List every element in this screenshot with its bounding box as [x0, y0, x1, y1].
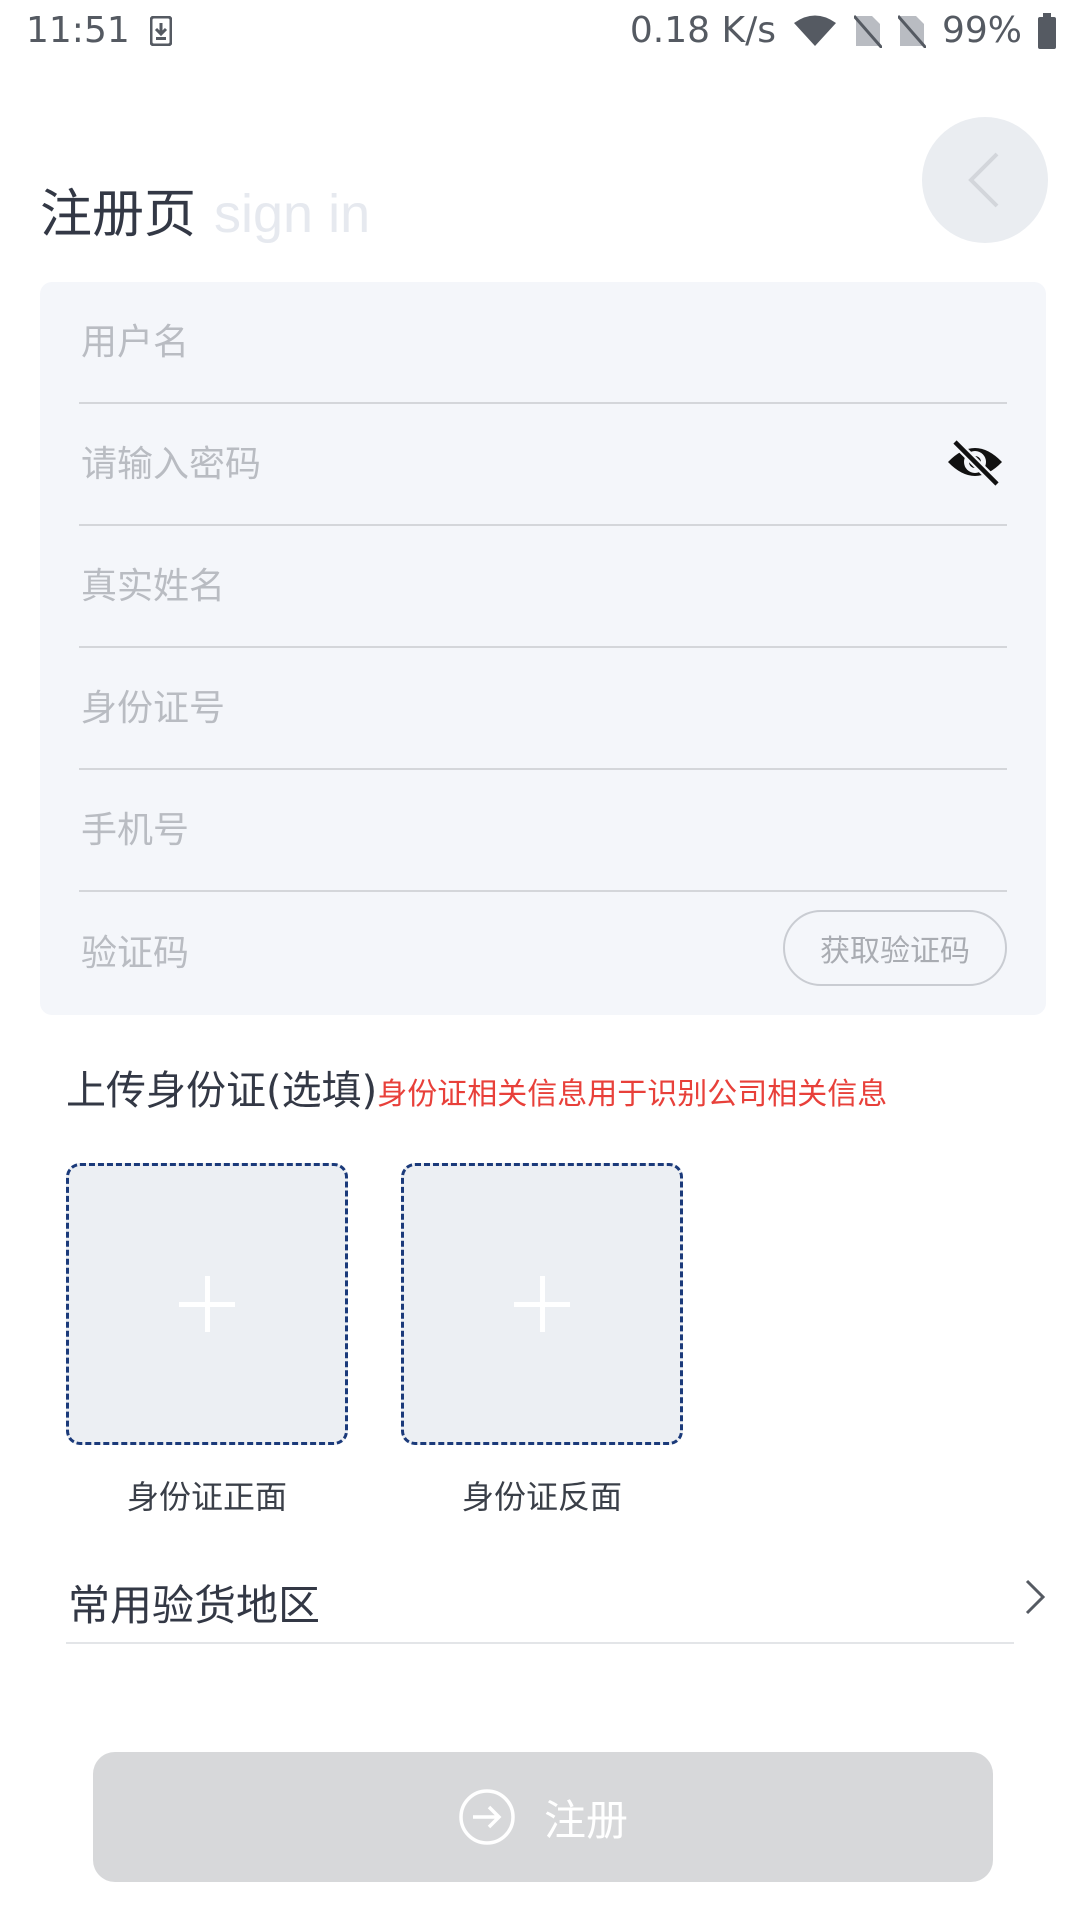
page-title-text: 注册页 — [40, 185, 197, 245]
arrow-right-circle-icon — [459, 1789, 515, 1845]
password-input[interactable] — [79, 404, 1007, 524]
plus-icon — [514, 1276, 570, 1332]
register-button[interactable]: 注册 — [93, 1752, 993, 1882]
wifi-icon — [792, 14, 838, 48]
upload-hint: 身份证相关信息用于识别公司相关信息 — [377, 1077, 888, 1112]
upload-idcard-front[interactable] — [66, 1163, 348, 1445]
upload-title: 上传身份证(选填) — [66, 1068, 378, 1114]
register-label: 注册 — [543, 1795, 628, 1845]
eye-off-icon[interactable] — [945, 438, 1005, 490]
inspection-region-row[interactable]: 常用验货地区 — [66, 1560, 1046, 1644]
no-sim-icon — [853, 14, 882, 48]
realname-input[interactable] — [79, 526, 1007, 646]
upload-section-title: 上传身份证(选填)身份证相关信息用于识别公司相关信息 — [66, 1058, 887, 1116]
chevron-left-icon — [968, 152, 999, 208]
no-sim-icon-2 — [897, 14, 926, 48]
password-field-row — [79, 404, 1007, 526]
network-speed: 0.18 K/s — [629, 10, 776, 51]
get-code-button[interactable]: 获取验证码 — [783, 910, 1007, 986]
idcard-back-label: 身份证反面 — [461, 1478, 622, 1516]
back-button[interactable] — [922, 117, 1048, 243]
upload-idcard-back[interactable] — [401, 1163, 683, 1445]
chevron-right-icon — [1024, 1578, 1046, 1620]
battery-icon — [1038, 12, 1056, 49]
idcard-front-label: 身份证正面 — [126, 1478, 287, 1516]
idcard-field-row — [79, 648, 1007, 770]
status-time: 11:51 — [26, 10, 130, 51]
phone-input[interactable] — [79, 770, 1007, 890]
page-title: 注册页 sign in — [40, 172, 370, 247]
registration-form: 获取验证码 — [40, 282, 1046, 1015]
username-field-row — [79, 282, 1007, 404]
idcard-input[interactable] — [79, 648, 1007, 768]
battery-percent: 99% — [941, 10, 1022, 51]
code-field-row: 获取验证码 — [79, 892, 1007, 1014]
realname-field-row — [79, 526, 1007, 648]
phone-field-row — [79, 770, 1007, 892]
status-bar: 11:51 0.18 K/s 99% — [0, 0, 1080, 64]
region-label: 常用验货地区 — [68, 1581, 321, 1630]
plus-icon — [179, 1276, 235, 1332]
page-subtitle: sign in — [214, 184, 371, 244]
verification-code-input[interactable] — [79, 892, 759, 1014]
download-icon — [149, 14, 173, 55]
username-input[interactable] — [79, 282, 1007, 402]
